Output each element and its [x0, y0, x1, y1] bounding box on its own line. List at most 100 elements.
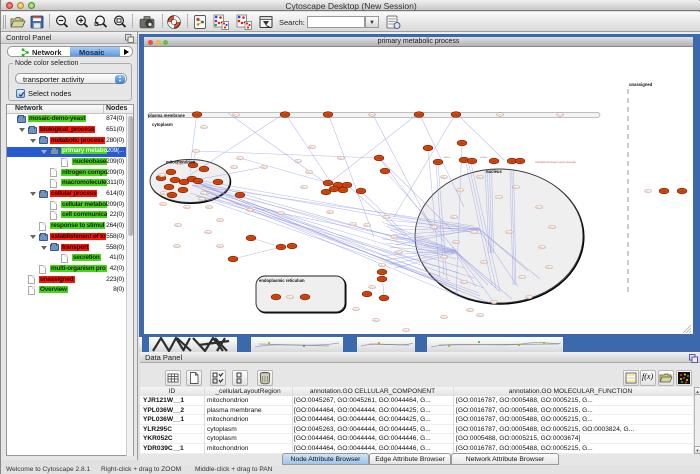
svg-text:S87(-3): S87(-3)	[174, 225, 182, 227]
svg-text:Y58W: Y58W	[364, 294, 369, 296]
svg-text:Y10W: Y10W	[469, 161, 474, 163]
svg-text:Y99W: Y99W	[331, 189, 336, 191]
svg-text:Y21W: Y21W	[381, 298, 386, 300]
svg-text:Y39W: Y39W	[237, 195, 242, 197]
svg-text:Y45W: Y45W	[416, 114, 421, 116]
svg-text:S73(-2): S73(-2)	[352, 309, 360, 311]
svg-text:Y21W: Y21W	[180, 190, 185, 192]
svg-text:Y64W: Y64W	[517, 161, 522, 163]
svg-text:S97(-9): S97(-9)	[548, 227, 556, 229]
svg-text:Y85W: Y85W	[435, 162, 440, 164]
svg-text:S32(-9): S32(-9)	[460, 282, 468, 284]
svg-text:Y37W: Y37W	[169, 195, 174, 197]
svg-text:S29(-6): S29(-6)	[470, 232, 478, 234]
svg-text:Y38W: Y38W	[425, 148, 430, 150]
svg-text:Y96W: Y96W	[158, 178, 163, 180]
svg-text:Y14W: Y14W	[215, 182, 220, 184]
svg-text:S82(-2): S82(-2)	[466, 310, 474, 312]
svg-text:S82(-6): S82(-6)	[395, 252, 403, 254]
svg-text:S27(-9): S27(-9)	[286, 297, 294, 299]
svg-text:S38(-6): S38(-6)	[326, 212, 334, 214]
svg-text:S65(-3): S65(-3)	[490, 302, 498, 304]
svg-text:Y93W: Y93W	[323, 192, 328, 194]
svg-text:Y55W: Y55W	[302, 297, 307, 299]
svg-text:Y37W: Y37W	[230, 259, 235, 261]
svg-text:S18(-1): S18(-1)	[260, 167, 268, 169]
svg-text:Y67W: Y67W	[459, 143, 464, 145]
svg-text:S56(-4): S56(-4)	[200, 127, 208, 129]
svg-text:Y22W: Y22W	[273, 297, 278, 299]
svg-text:Y13W: Y13W	[325, 114, 330, 116]
svg-text:S30(-8): S30(-8)	[204, 232, 212, 234]
svg-text:S20(-9): S20(-9)	[556, 115, 564, 117]
svg-text:S44(-6): S44(-6)	[538, 247, 546, 249]
svg-text:S77(-1): S77(-1)	[430, 227, 438, 229]
svg-text:cytoplasm: cytoplasm	[152, 122, 173, 127]
svg-text:S43(-9): S43(-9)	[440, 257, 448, 259]
svg-text:SDH-c: SDH-c	[444, 157, 451, 159]
svg-text:S81(-9): S81(-9)	[158, 175, 166, 177]
svg-text:Y91W: Y91W	[194, 114, 199, 116]
svg-text:Y27W: Y27W	[201, 169, 206, 171]
svg-text:Y21W: Y21W	[181, 182, 186, 184]
svg-text:Y30W: Y30W	[491, 161, 496, 163]
svg-text:S59(-7): S59(-7)	[456, 190, 464, 192]
svg-text:S24(-6): S24(-6)	[476, 315, 484, 317]
svg-text:Y45W: Y45W	[461, 160, 466, 162]
svg-text:Y41W: Y41W	[453, 114, 458, 116]
svg-text:mitochondrion: mitochondrion	[166, 160, 196, 165]
svg-text:GOslim: GOslim	[480, 157, 487, 159]
svg-text:plasma membrane: plasma membrane	[148, 113, 185, 118]
svg-text:S30(-6): S30(-6)	[277, 213, 285, 215]
svg-text:Y24W: Y24W	[282, 114, 287, 116]
svg-text:S43(-1): S43(-1)	[232, 115, 240, 117]
svg-text:S68(-9): S68(-9)	[368, 115, 376, 117]
svg-text:Y23W: Y23W	[379, 279, 384, 281]
svg-text:Y64W: Y64W	[195, 181, 200, 183]
svg-text:S43(-7): S43(-7)	[200, 193, 208, 195]
svg-text:YDR178W,YKL141W,YLL041C,YEL024: YDR178W,YKL141W,YLL041C,YEL024W	[535, 162, 577, 164]
svg-text:S28(-5): S28(-5)	[160, 193, 168, 195]
svg-text:S25(-7): S25(-7)	[496, 115, 504, 117]
svg-text:S77(-5): S77(-5)	[495, 197, 503, 199]
svg-text:S86(-2): S86(-2)	[440, 177, 448, 179]
svg-text:S91(-9): S91(-9)	[173, 246, 181, 248]
svg-text:S68(-1): S68(-1)	[450, 217, 458, 219]
svg-text:Y38W: Y38W	[190, 165, 195, 167]
svg-text:Y45W: Y45W	[278, 247, 283, 249]
svg-text:Y79W: Y79W	[340, 190, 345, 192]
svg-text:S49(-4): S49(-4)	[372, 320, 380, 322]
svg-text:S61(-5): S61(-5)	[382, 217, 390, 219]
svg-text:Y54W: Y54W	[661, 191, 666, 193]
svg-text:S17(-4): S17(-4)	[402, 330, 410, 332]
svg-text:S91(-9): S91(-9)	[505, 232, 513, 234]
svg-text:S29(-3): S29(-3)	[368, 287, 376, 289]
svg-text:nucleus: nucleus	[486, 169, 502, 174]
svg-text:S16(-2): S16(-2)	[378, 265, 386, 267]
svg-text:S97(-2): S97(-2)	[535, 207, 543, 209]
svg-text:S60(-8): S60(-8)	[198, 199, 206, 201]
svg-text:Y63W: Y63W	[358, 191, 363, 193]
svg-text:unassigned: unassigned	[629, 82, 653, 87]
svg-text:S72(-1): S72(-1)	[440, 317, 448, 319]
svg-text:Y53W: Y53W	[379, 272, 384, 274]
svg-text:S68(-6): S68(-6)	[246, 210, 254, 212]
svg-text:Y87W: Y87W	[382, 171, 387, 173]
svg-text:S83(-4): S83(-4)	[236, 158, 244, 160]
svg-text:S84(-7): S84(-7)	[300, 187, 308, 189]
svg-text:S99(-2): S99(-2)	[159, 204, 167, 206]
svg-text:S80(-1): S80(-1)	[512, 187, 520, 189]
svg-text:Y35W: Y35W	[344, 185, 349, 187]
svg-text:S86(-8): S86(-8)	[476, 177, 484, 179]
svg-text:Y29W: Y29W	[289, 246, 294, 248]
svg-text:Y99W: Y99W	[509, 161, 514, 163]
svg-text:S47(-6): S47(-6)	[192, 151, 200, 153]
svg-text:endoplasmic reticulum: endoplasmic reticulum	[259, 278, 305, 283]
svg-text:S23(-5): S23(-5)	[480, 262, 488, 264]
svg-text:S55(-4): S55(-4)	[205, 207, 213, 209]
svg-text:Y13W: Y13W	[166, 187, 171, 189]
svg-text:S14(-6): S14(-6)	[363, 225, 371, 227]
svg-text:Y53W: Y53W	[248, 238, 253, 240]
svg-text:Y23W: Y23W	[168, 172, 173, 174]
svg-text:Y87W: Y87W	[679, 191, 684, 193]
